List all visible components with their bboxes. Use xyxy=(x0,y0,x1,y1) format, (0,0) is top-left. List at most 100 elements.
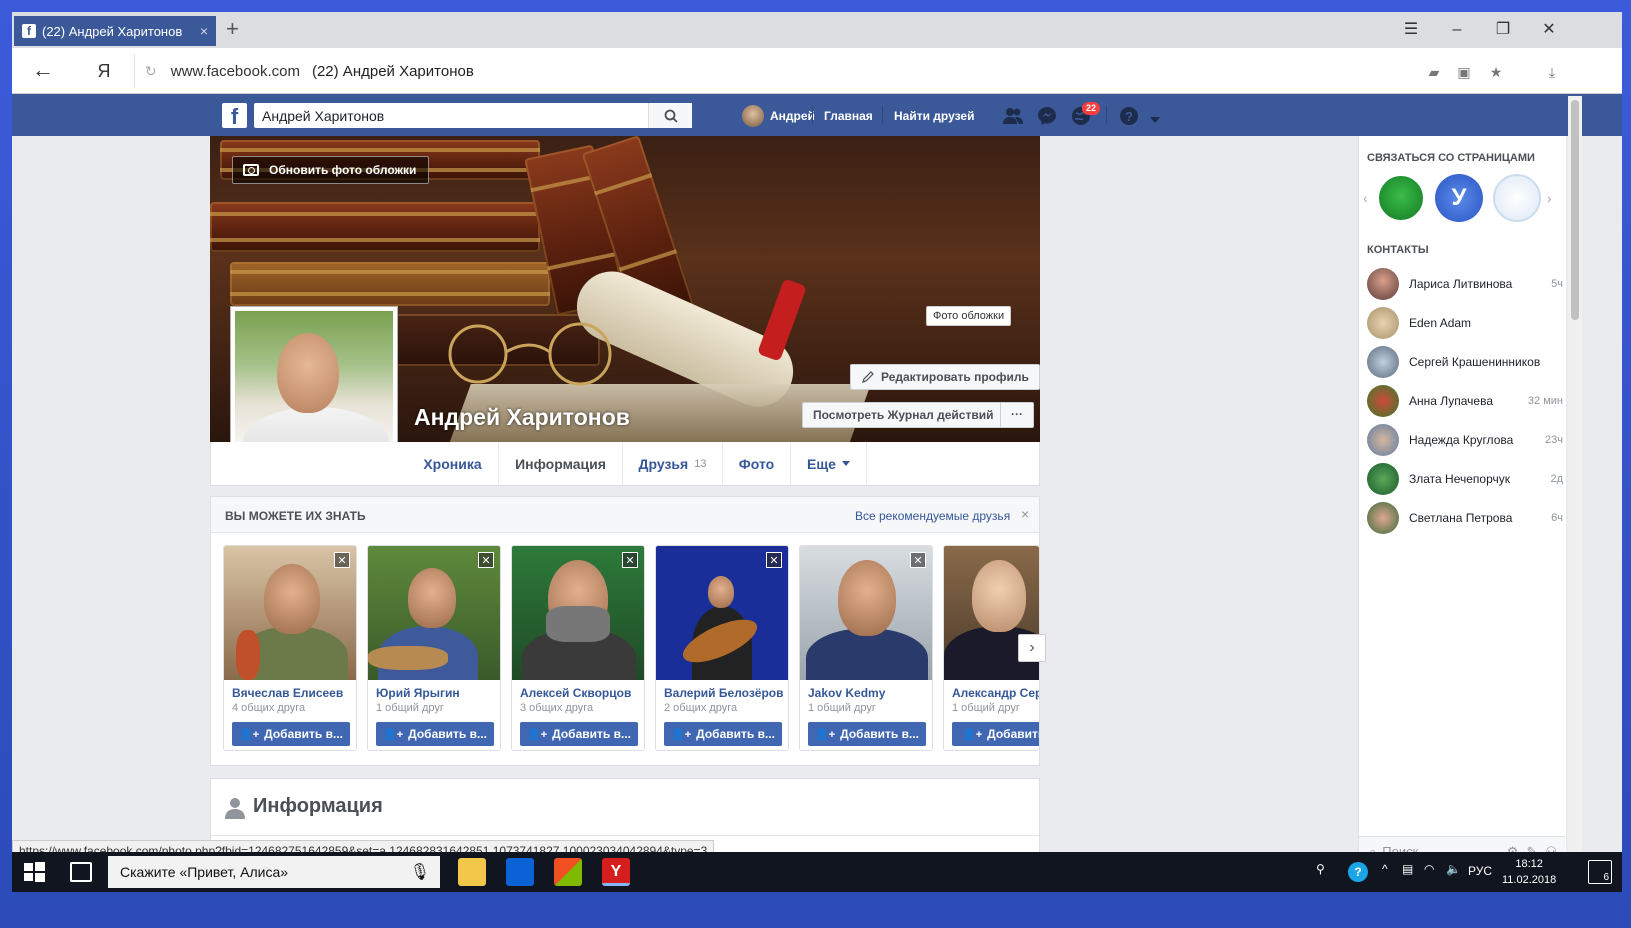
reload-icon[interactable]: ↻ xyxy=(145,63,157,80)
browser-menu-icon[interactable]: ☰ xyxy=(1394,18,1428,42)
pymk-card[interactable]: ✕ Алексей Скворцов 3 общих друга 👤+ Добав… xyxy=(511,545,645,751)
bookmark-star-icon[interactable]: ★ xyxy=(1486,62,1506,82)
add-friend-button[interactable]: 👤+ Добавить в... xyxy=(376,722,494,746)
messenger-icon[interactable] xyxy=(1036,105,1058,127)
pymk-card[interactable]: ✕ Валерий Белозёров 2 общих друга 👤+ Доба… xyxy=(655,545,789,751)
chevron-left-icon[interactable]: ‹ xyxy=(1363,190,1368,206)
tab-timeline[interactable]: Хроника xyxy=(407,442,499,485)
edit-profile-button[interactable]: Редактировать профиль xyxy=(850,364,1040,390)
chevron-right-icon[interactable]: › xyxy=(1547,190,1552,206)
page-scrollbar[interactable] xyxy=(1568,96,1582,866)
back-arrow-icon[interactable]: ← xyxy=(30,58,56,84)
protect-icon[interactable]: ▣ xyxy=(1454,62,1474,82)
fb-search-input[interactable]: Андрей Харитонов xyxy=(254,103,692,128)
tab-photos[interactable]: Фото xyxy=(723,442,791,485)
friend-requests-icon[interactable] xyxy=(1002,105,1024,127)
contact-item[interactable]: Злата Нечепорчук 2д xyxy=(1367,461,1563,497)
page-avatar-knigi[interactable] xyxy=(1377,174,1425,222)
person-name[interactable]: Валерий Белозёров xyxy=(664,686,784,700)
add-friend-button[interactable]: 👤+ Добавить в... xyxy=(232,722,350,746)
volume-icon[interactable]: 🔈 xyxy=(1446,862,1461,876)
help-icon[interactable]: ? xyxy=(1118,105,1140,127)
profile-name[interactable]: Андрей Харитонов xyxy=(414,404,630,431)
avatar xyxy=(1367,385,1399,417)
find-friends-link[interactable]: Найти друзей xyxy=(894,109,974,123)
mutual-friends[interactable]: 1 общий друг xyxy=(952,702,1020,714)
person-name[interactable]: Юрий Ярыгин xyxy=(376,686,460,700)
activity-log-button[interactable]: Посмотреть Журнал действий xyxy=(802,402,1005,428)
yandex-button[interactable]: Я xyxy=(92,58,116,84)
chevron-down-icon xyxy=(841,461,850,466)
comment-icon[interactable]: ▰ xyxy=(1424,62,1444,82)
dropbox-icon[interactable] xyxy=(506,858,534,886)
contact-item[interactable]: Надежда Круглова 23ч xyxy=(1367,422,1563,458)
url-field[interactable]: ↻ www.facebook.com (22) Андрей Харитонов xyxy=(134,54,1554,88)
tab-info[interactable]: Информация xyxy=(499,442,623,485)
wifi-icon[interactable]: ◠ xyxy=(1424,862,1434,876)
contact-item[interactable]: Сергей Крашенинников xyxy=(1367,344,1563,380)
account-menu-chevron-down-icon[interactable] xyxy=(1150,112,1160,123)
pymk-card[interactable]: ✕ Вячеслав Елисеев 4 общих друга 👤+ Добав… xyxy=(223,545,357,751)
tab-more[interactable]: Еще xyxy=(791,442,867,485)
contact-item[interactable]: Лариса Литвинова 5ч xyxy=(1367,266,1563,302)
language-indicator[interactable]: РУС xyxy=(1468,864,1492,878)
contact-item[interactable]: Анна Лупачева 32 мин xyxy=(1367,383,1563,419)
person-name[interactable]: Александр Сер xyxy=(952,686,1039,700)
person-name[interactable]: Вячеслав Елисеев xyxy=(232,686,343,700)
update-cover-photo-button[interactable]: Обновить фото обложки xyxy=(232,156,430,184)
add-friend-button[interactable]: 👤+ Добавить в... xyxy=(952,722,1039,746)
file-explorer-icon[interactable] xyxy=(458,858,486,886)
mutual-friends[interactable]: 4 общих друга xyxy=(232,702,305,714)
browser-tab-active[interactable]: f (22) Андрей Харитонов × xyxy=(14,16,216,46)
tab-close-icon[interactable]: × xyxy=(200,23,208,39)
close-window-icon[interactable]: ✕ xyxy=(1532,18,1566,42)
more-options-button[interactable]: ··· xyxy=(1000,402,1034,428)
chevron-up-icon[interactable]: ^ xyxy=(1382,862,1388,876)
mutual-friends[interactable]: 1 общий друг xyxy=(808,702,876,714)
contact-item[interactable]: Светлана Петрова 6ч xyxy=(1367,500,1563,536)
search-button[interactable] xyxy=(648,103,692,128)
add-friend-button[interactable]: 👤+ Добавить в... xyxy=(520,722,638,746)
all-suggested-friends-link[interactable]: Все рекомендуемые друзья xyxy=(855,509,1010,523)
task-view-icon[interactable] xyxy=(70,862,92,882)
dismiss-icon[interactable]: ✕ xyxy=(622,552,638,568)
contact-item[interactable]: Eden Adam xyxy=(1367,305,1563,341)
restore-icon[interactable]: ❐ xyxy=(1486,18,1520,42)
page-avatar-u[interactable]: У xyxy=(1435,174,1483,222)
minimize-icon[interactable]: – xyxy=(1440,18,1474,42)
person-name[interactable]: Jakov Kedmy xyxy=(808,686,885,700)
pymk-card[interactable]: ✕ Юрий Ярыгин 1 общий друг 👤+ Добавить в.… xyxy=(367,545,501,751)
people-icon[interactable]: ⚲ xyxy=(1316,862,1325,876)
dismiss-icon[interactable]: ✕ xyxy=(478,552,494,568)
fb-user-link[interactable]: Андрей xyxy=(742,103,815,128)
new-tab-button[interactable]: + xyxy=(226,18,246,42)
alice-search-box[interactable]: Скажите «Привет, Алиса» 🎙 xyxy=(108,856,440,888)
store-icon[interactable] xyxy=(554,858,582,886)
pymk-card[interactable]: ✕ Jakov Kedmy 1 общий друг 👤+ Добавить в.… xyxy=(799,545,933,751)
windows-start-icon[interactable] xyxy=(22,860,46,884)
mutual-friends[interactable]: 2 общих друга xyxy=(664,702,737,714)
home-link[interactable]: Главная xyxy=(824,109,873,123)
person-name[interactable]: Алексей Скворцов xyxy=(520,686,631,700)
microphone-icon[interactable]: 🎙 xyxy=(410,862,430,882)
tab-friends[interactable]: Друзья 13 xyxy=(623,442,723,485)
add-friend-button[interactable]: 👤+ Добавить в... xyxy=(664,722,782,746)
pymk-next-chevron-right-icon[interactable]: › xyxy=(1018,634,1046,662)
help-tray-icon[interactable]: ? xyxy=(1348,862,1368,882)
add-friend-button[interactable]: 👤+ Добавить в... xyxy=(808,722,926,746)
clock[interactable]: 18:12 11.02.2018 xyxy=(1502,856,1556,888)
close-icon[interactable]: × xyxy=(1021,506,1029,522)
page-avatar-chitat[interactable] xyxy=(1493,174,1541,222)
yandex-browser-icon[interactable]: Y xyxy=(602,858,630,886)
facebook-logo-icon[interactable]: f xyxy=(222,103,247,129)
scrollbar-thumb[interactable] xyxy=(1571,100,1579,320)
dismiss-icon[interactable]: ✕ xyxy=(910,552,926,568)
mutual-friends[interactable]: 3 общих друга xyxy=(520,702,593,714)
download-icon[interactable]: ⤓ xyxy=(1542,62,1562,82)
mutual-friends[interactable]: 1 общий друг xyxy=(376,702,444,714)
contact-active-time: 32 мин xyxy=(1527,395,1563,407)
dismiss-icon[interactable]: ✕ xyxy=(334,552,350,568)
action-center-icon[interactable]: 6 xyxy=(1588,860,1612,884)
dismiss-icon[interactable]: ✕ xyxy=(766,552,782,568)
network-icon[interactable]: ▤ xyxy=(1402,862,1413,876)
